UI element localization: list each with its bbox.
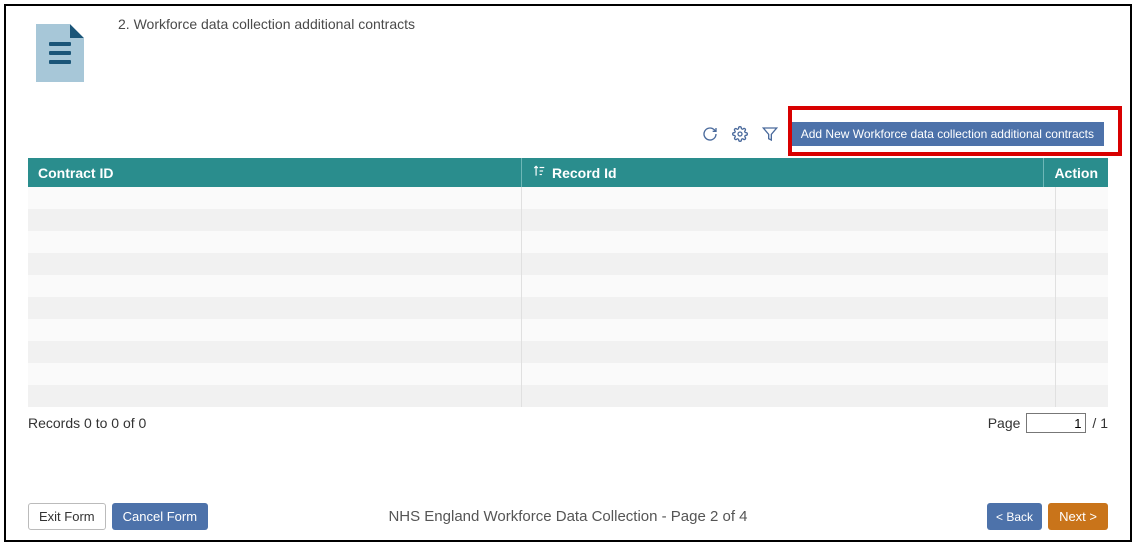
table-row [28,319,1108,341]
app-window: 2. Workforce data collection additional … [4,4,1132,542]
column-label: Record Id [552,165,617,181]
table-row [28,231,1108,253]
column-label: Contract ID [38,165,113,181]
table-row [28,341,1108,363]
table-toolbar: Add New Workforce data collection additi… [6,122,1130,146]
gear-icon[interactable] [731,125,749,143]
cancel-form-button[interactable]: Cancel Form [112,503,208,530]
refresh-icon[interactable] [701,125,719,143]
table-row [28,297,1108,319]
exit-form-button[interactable]: Exit Form [28,503,106,530]
page-input[interactable] [1026,413,1086,433]
back-button[interactable]: < Back [987,503,1042,530]
next-button[interactable]: Next > [1048,503,1108,530]
table-footer: Records 0 to 0 of 0 Page / 1 [28,413,1108,433]
column-record-id[interactable]: Record Id [522,158,1044,187]
sort-icon [532,164,546,181]
filter-icon[interactable] [761,125,779,143]
column-action: Action [1044,158,1108,187]
table-row [28,363,1108,385]
table-row [28,385,1108,407]
page-label: Page [988,415,1021,431]
page-total: / 1 [1092,415,1108,431]
contracts-table: Contract ID Record Id Action [28,158,1108,407]
page-title: 2. Workforce data collection additional … [118,10,415,32]
table-row [28,187,1108,209]
pagination: Page / 1 [988,413,1108,433]
bottom-bar: Exit Form Cancel Form NHS England Workfo… [6,503,1130,530]
table-row [28,275,1108,297]
table-row [28,209,1108,231]
header: 2. Workforce data collection additional … [6,6,1130,86]
records-count: Records 0 to 0 of 0 [28,415,146,431]
table-body [28,187,1108,407]
column-label: Action [1054,165,1098,181]
add-new-contract-button[interactable]: Add New Workforce data collection additi… [791,122,1104,146]
document-icon [36,24,84,82]
table-header: Contract ID Record Id Action [28,158,1108,187]
table-row [28,253,1108,275]
column-contract-id[interactable]: Contract ID [28,158,522,187]
